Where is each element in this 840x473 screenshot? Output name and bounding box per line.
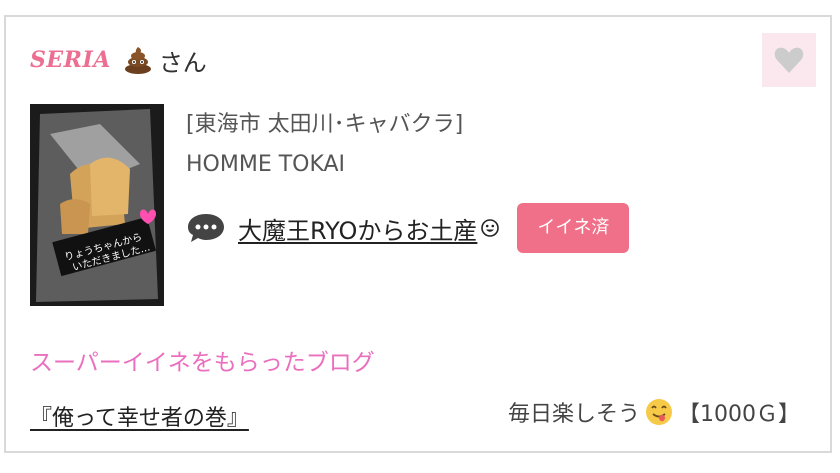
like-button[interactable] — [762, 33, 816, 87]
heart-icon — [774, 47, 804, 73]
post-title: 大魔王RYOからお土産 — [238, 216, 478, 245]
blog-meta: 毎日楽しそう 【1000Ｇ】 — [508, 396, 800, 428]
yum-emoji-icon — [646, 399, 672, 425]
user-name[interactable]: SERIA — [30, 47, 111, 73]
user-suffix: さん — [158, 48, 207, 77]
gift-bag-image: りょうちゃんから いただきました… — [30, 104, 164, 306]
smiley-emoji-icon — [481, 219, 500, 237]
user-row: SERIA さん — [30, 43, 207, 77]
blog-reward: 【1000Ｇ】 — [678, 402, 800, 427]
post-thumbnail[interactable]: りょうちゃんから いただきました… — [30, 104, 164, 306]
shop-location[interactable]: [東海市 太田川･キャバクラ] — [186, 107, 463, 143]
super-iine-section-label: スーパーイイネをもらったブログ — [30, 350, 375, 376]
blog-title-link[interactable]: 『俺って幸せ者の巻』 — [30, 400, 249, 432]
iine-done-badge: イイネ済 — [517, 203, 630, 253]
blog-comment: 毎日楽しそう — [507, 402, 640, 427]
blog-card: SERIA さん りょうちゃんから いただきました… [東海市 太田川･キャバク… — [4, 15, 832, 453]
post-title-link[interactable]: 大魔王RYOからお土産 — [238, 211, 500, 246]
poo-emoji-icon — [124, 47, 151, 74]
speech-bubble-icon — [188, 214, 224, 242]
shop-name[interactable]: HOMME TOKAI — [186, 147, 463, 183]
shop-info: [東海市 太田川･キャバクラ] HOMME TOKAI — [186, 107, 463, 183]
post-row: 大魔王RYOからお土産 イイネ済 — [186, 203, 630, 253]
